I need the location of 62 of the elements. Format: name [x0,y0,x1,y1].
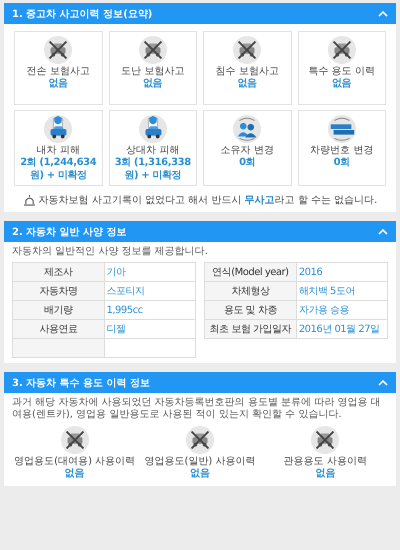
table-label: 차체형상 [204,282,296,300]
car-shield-icon [138,114,168,144]
table-label: 최초 보험 가입일자 [204,320,296,338]
car-shield-icon [43,114,74,144]
table-value: 1,995cc [104,300,196,320]
crossed-car-icon [232,35,262,65]
crossed-car-icon [43,35,74,65]
chevron-icon[interactable] [378,380,388,386]
card-label: 차량번호 변경 [310,145,374,157]
crossed-car-icon [310,425,340,455]
chevron-icon[interactable] [378,228,388,234]
table-value: 2016년 01월 27일 [296,320,388,338]
card-label: 전손 보험사고 [26,66,90,78]
crossed-car-icon [60,425,90,455]
card-label: 상대차 피해 [126,145,180,157]
section-note: 과거 해당 자동차에 사용되었던 자동차등록번호판의 용도별 분류에 따라 영업용 대여용(렌트카), 영업용 일반용도로 사용된 적이 있는지 확인할 수 있습니다. [12,397,382,421]
item-label: 관용용도 사용이력 [284,456,367,468]
table-label: 자동차명 [12,282,104,300]
item-value: 없음 [315,468,336,480]
card-value: 0회 [239,157,256,170]
alarm-light-icon [22,194,36,206]
section-header[interactable]: 1. 중고차 사고이력 정보(요약) [4,3,396,24]
section-title: 1. 중고차 사고이력 정보(요약) [12,8,152,20]
notice-text: 자동차보험 사고기록이 없었다고 해서 반드시 무사고라고 할 수는 없습니다. [38,194,378,207]
crossed-car-icon [326,35,357,65]
card-value: 3회 (1,316,338 원) + 미확정 [114,157,192,182]
card-value: 없음 [332,78,352,90]
table-value: 2016 [296,262,388,282]
card-label: 특수 용도 이력 [308,66,375,78]
table-value: 스포티지 [104,282,196,300]
section-header[interactable]: 3. 자동차 특수 용도 이력 정보 [4,372,396,393]
table-value: 해치백 5도어 [296,282,388,300]
chevron-icon[interactable] [378,10,388,16]
table-label: 배기량 [12,300,104,320]
table-value: 자가용 승용 [296,300,388,320]
crossed-car-icon [138,35,168,65]
item-value: 없음 [64,468,85,480]
license-plate-icon [326,114,357,144]
card-label: 도난 보험사고 [121,66,184,78]
table-label: 용도 및 차종 [204,300,296,320]
section-title: 2. 자동차 일반 사양 정보 [12,226,127,238]
card-value: 없음 [48,78,68,90]
card-label: 침수 보험사고 [216,66,279,78]
item-label: 영업용도(일반) 사용이력 [144,456,256,468]
card-value: 없음 [238,78,257,90]
table-label: 사용연료 [12,320,104,338]
item-value: 없음 [190,468,210,480]
item-label: 영업용도(대여용) 사용이력 [14,456,136,468]
crossed-car-icon [184,425,215,455]
people-icon [232,114,262,144]
card-label: 내차 피해 [36,145,80,157]
table-value: 기아 [104,262,196,282]
table-label: 제조사 [12,262,104,282]
section-note: 자동차의 일반적인 사양 정보를 제공합니다. [12,246,209,258]
section-header[interactable]: 2. 자동차 일반 사양 정보 [4,221,396,242]
table-label: 연식(Model year) [204,262,296,282]
table-value: 디젤 [104,320,196,338]
section-title: 3. 자동차 특수 용도 이력 정보 [12,376,150,390]
card-value: 없음 [143,78,162,90]
card-value: 2회 (1,244,634 원) + 미확정 [19,157,98,182]
card-value: 0회 [334,157,350,170]
card-label: 소유자 변경 [220,145,274,157]
